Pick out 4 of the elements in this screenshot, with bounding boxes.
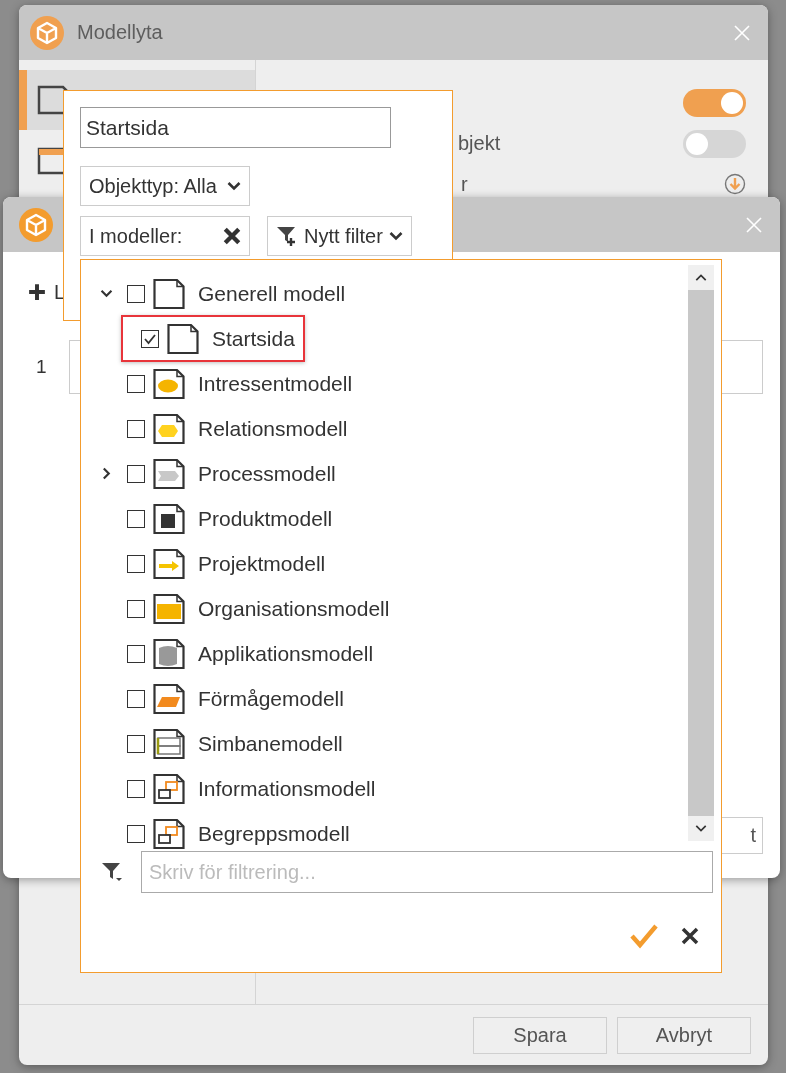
window-title: Modellyta: [77, 21, 163, 44]
row-number: 1: [35, 356, 47, 378]
setting-label: bjekt: [457, 132, 501, 155]
setting-label: r: [460, 172, 468, 196]
